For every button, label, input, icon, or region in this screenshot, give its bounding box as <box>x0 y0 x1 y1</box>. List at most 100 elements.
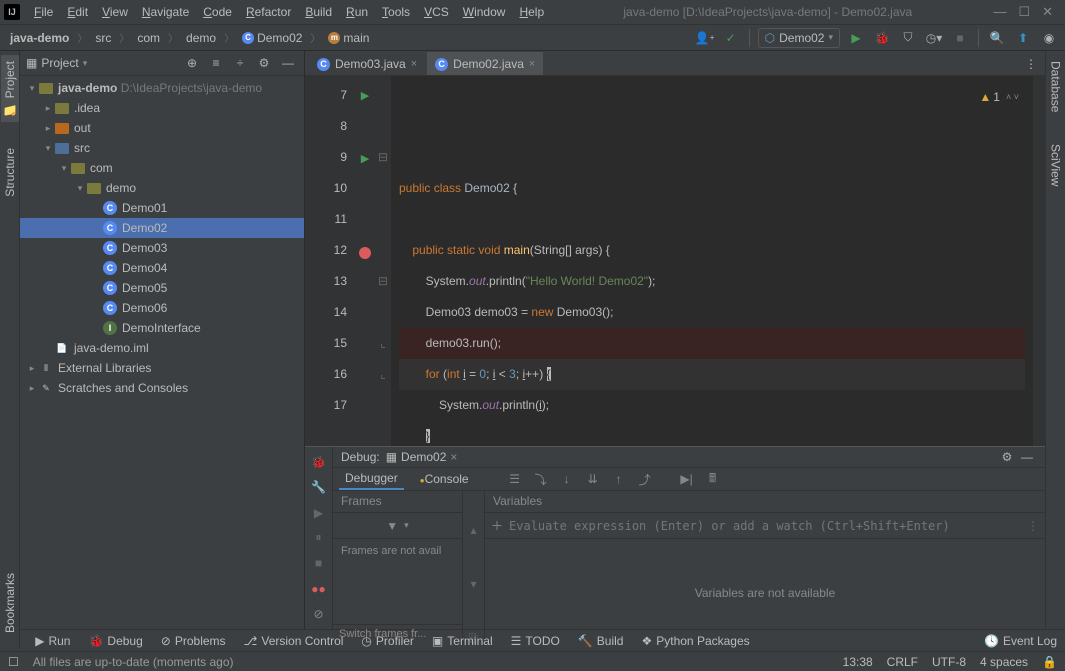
show-execution-point-icon[interactable]: ☰ <box>505 469 525 489</box>
frames-up-icon[interactable]: ▴ <box>470 523 476 537</box>
tree-node-demo[interactable]: ▾demo <box>20 178 304 198</box>
settings-icon[interactable]: ⚙ <box>254 53 274 73</box>
error-stripe[interactable] <box>1033 76 1045 446</box>
coverage-button[interactable]: ⛉ <box>898 28 918 48</box>
menu-build[interactable]: Build <box>299 3 338 21</box>
debugger-tab[interactable]: Debugger <box>339 468 404 490</box>
force-step-into-icon[interactable]: ⇊ <box>583 469 603 489</box>
console-tab[interactable]: ●Console <box>414 469 475 489</box>
tool-bookmarks[interactable]: Bookmarks <box>1 567 19 639</box>
mute-breakpoints-icon[interactable]: ⊘ <box>309 606 329 623</box>
run-button[interactable]: ▶ <box>846 28 866 48</box>
crumb-project[interactable]: java-demo <box>6 30 73 46</box>
close-tab-icon[interactable]: × <box>529 58 535 70</box>
bottom-tool-profiler[interactable]: ◷Profiler <box>361 634 414 648</box>
frames-dropdown-icon[interactable]: ▾ <box>404 520 409 531</box>
tool-sciview[interactable]: SciView <box>1047 138 1065 192</box>
project-tree[interactable]: ▾java-demo D:\IdeaProjects\java-demo▸.id… <box>20 76 304 629</box>
event-log[interactable]: 🕓Event Log <box>984 634 1057 648</box>
run-to-cursor-icon[interactable]: ▶| <box>677 469 697 489</box>
profile-button[interactable]: ◷▾ <box>924 28 944 48</box>
bottom-tool-run[interactable]: ▶Run <box>35 634 70 648</box>
status-time[interactable]: 13:38 <box>843 655 873 669</box>
tree-node-com[interactable]: ▾com <box>20 158 304 178</box>
tree-node-demo04[interactable]: CDemo04 <box>20 258 304 278</box>
tree-node-demo05[interactable]: CDemo05 <box>20 278 304 298</box>
tree-node-demo06[interactable]: CDemo06 <box>20 298 304 318</box>
tree-node-demo03[interactable]: CDemo03 <box>20 238 304 258</box>
tree-node-demointerface[interactable]: IDemoInterface <box>20 318 304 338</box>
resume-icon[interactable]: ▶ <box>309 504 329 521</box>
debug-config-tab[interactable]: ▦ Demo02 × <box>386 450 458 464</box>
editor-tab-more-icon[interactable]: ⋮ <box>1017 53 1045 75</box>
ide-services-icon[interactable]: ◉ <box>1039 28 1059 48</box>
pause-icon[interactable]: ⏸ <box>309 529 329 546</box>
code-editor[interactable]: 7891011121314151617 ▶ ▶ ⊟ ⊟ ⌞⌞ ▲ 1 ˄ ˅ p… <box>305 76 1045 446</box>
step-over-icon[interactable]: ⤵ <box>531 469 551 489</box>
tree-node-scratches and consoles[interactable]: ▸✎Scratches and Consoles <box>20 378 304 398</box>
inspection-widget[interactable]: ▲ 1 ˄ ˅ <box>979 82 1019 113</box>
run-configuration-selector[interactable]: ⬡Demo02▾ <box>758 28 840 48</box>
menu-code[interactable]: Code <box>197 3 238 21</box>
menu-edit[interactable]: Edit <box>61 3 94 21</box>
minimize-button[interactable]: — <box>993 4 1006 20</box>
crumb-com[interactable]: com <box>133 30 164 46</box>
drop-frame-icon[interactable]: ⤴ <box>635 469 655 489</box>
search-icon[interactable]: 🔍 <box>987 28 1007 48</box>
bottom-tool-version-control[interactable]: ⎇Version Control <box>244 634 344 648</box>
code-content[interactable]: ▲ 1 ˄ ˅ public class Demo02 { public sta… <box>391 76 1033 446</box>
status-icon[interactable]: ☐ <box>8 655 19 669</box>
crumb-demo[interactable]: demo <box>182 30 220 46</box>
evaluate-expression-input[interactable] <box>509 519 1021 533</box>
tree-node-.idea[interactable]: ▸.idea <box>20 98 304 118</box>
select-opened-file-icon[interactable]: ⊕ <box>182 53 202 73</box>
crumb-method[interactable]: mmain <box>324 30 373 46</box>
menu-run[interactable]: Run <box>340 3 374 21</box>
status-lock-icon[interactable]: 🔒 <box>1042 655 1057 669</box>
debug-button[interactable]: 🐞 <box>872 28 892 48</box>
menu-tools[interactable]: Tools <box>376 3 416 21</box>
stop-button[interactable]: ■ <box>950 28 970 48</box>
vars-more-icon[interactable]: ⋮ <box>1027 519 1039 533</box>
menu-help[interactable]: Help <box>513 3 550 21</box>
bottom-tool-terminal[interactable]: ▣Terminal <box>432 634 493 648</box>
step-into-icon[interactable]: ↓ <box>557 469 577 489</box>
tool-structure[interactable]: Structure <box>1 142 19 203</box>
menu-view[interactable]: View <box>96 3 134 21</box>
close-button[interactable]: ✕ <box>1042 4 1053 20</box>
view-breakpoints-icon[interactable]: ●● <box>309 580 329 597</box>
update-icon[interactable]: ⬆ <box>1013 28 1033 48</box>
evaluate-expression-icon[interactable]: 🖩 <box>703 469 723 489</box>
tool-database[interactable]: Database <box>1047 55 1065 118</box>
crumb-class[interactable]: CDemo02 <box>238 30 306 46</box>
run-gutter[interactable]: ▶ ▶ <box>355 76 375 446</box>
frames-down-icon[interactable]: ▾ <box>470 577 476 591</box>
tree-node-out[interactable]: ▸out <box>20 118 304 138</box>
menu-file[interactable]: File <box>28 3 59 21</box>
bottom-tool-build[interactable]: 🔨Build <box>578 634 624 648</box>
status-eol[interactable]: CRLF <box>887 655 918 669</box>
expand-all-icon[interactable]: ≡ <box>206 53 226 73</box>
add-watch-icon[interactable]: ＋ <box>491 517 503 534</box>
bottom-tool-problems[interactable]: ⊘Problems <box>161 634 226 648</box>
maximize-button[interactable]: ☐ <box>1018 4 1030 20</box>
frames-filter-icon[interactable]: ▼ <box>386 519 398 533</box>
debug-settings-icon[interactable]: ⚙ <box>997 447 1017 467</box>
bottom-tool-todo[interactable]: ☰TODO <box>511 634 560 648</box>
stop-debug-icon[interactable]: ■ <box>309 555 329 572</box>
menu-navigate[interactable]: Navigate <box>136 3 195 21</box>
menu-refactor[interactable]: Refactor <box>240 3 297 21</box>
bottom-tool-python-packages[interactable]: ❖Python Packages <box>641 634 749 648</box>
collapse-all-icon[interactable]: ÷ <box>230 53 250 73</box>
hide-panel-icon[interactable]: — <box>278 53 298 73</box>
debug-hide-icon[interactable]: — <box>1017 447 1037 467</box>
rerun-icon[interactable]: 🐞 <box>309 453 329 470</box>
crumb-src[interactable]: src <box>91 30 115 46</box>
add-user-icon[interactable]: 👤+ <box>695 28 715 48</box>
modify-run-config-icon[interactable]: 🔧 <box>309 478 329 495</box>
tree-node-java-demo[interactable]: ▾java-demo D:\IdeaProjects\java-demo <box>20 78 304 98</box>
editor-tab-Demo03.java[interactable]: CDemo03.java× <box>309 52 425 75</box>
line-number-gutter[interactable]: 7891011121314151617 <box>305 76 355 446</box>
editor-tab-Demo02.java[interactable]: CDemo02.java× <box>427 52 543 75</box>
bottom-tool-debug[interactable]: 🐞Debug <box>88 634 142 648</box>
